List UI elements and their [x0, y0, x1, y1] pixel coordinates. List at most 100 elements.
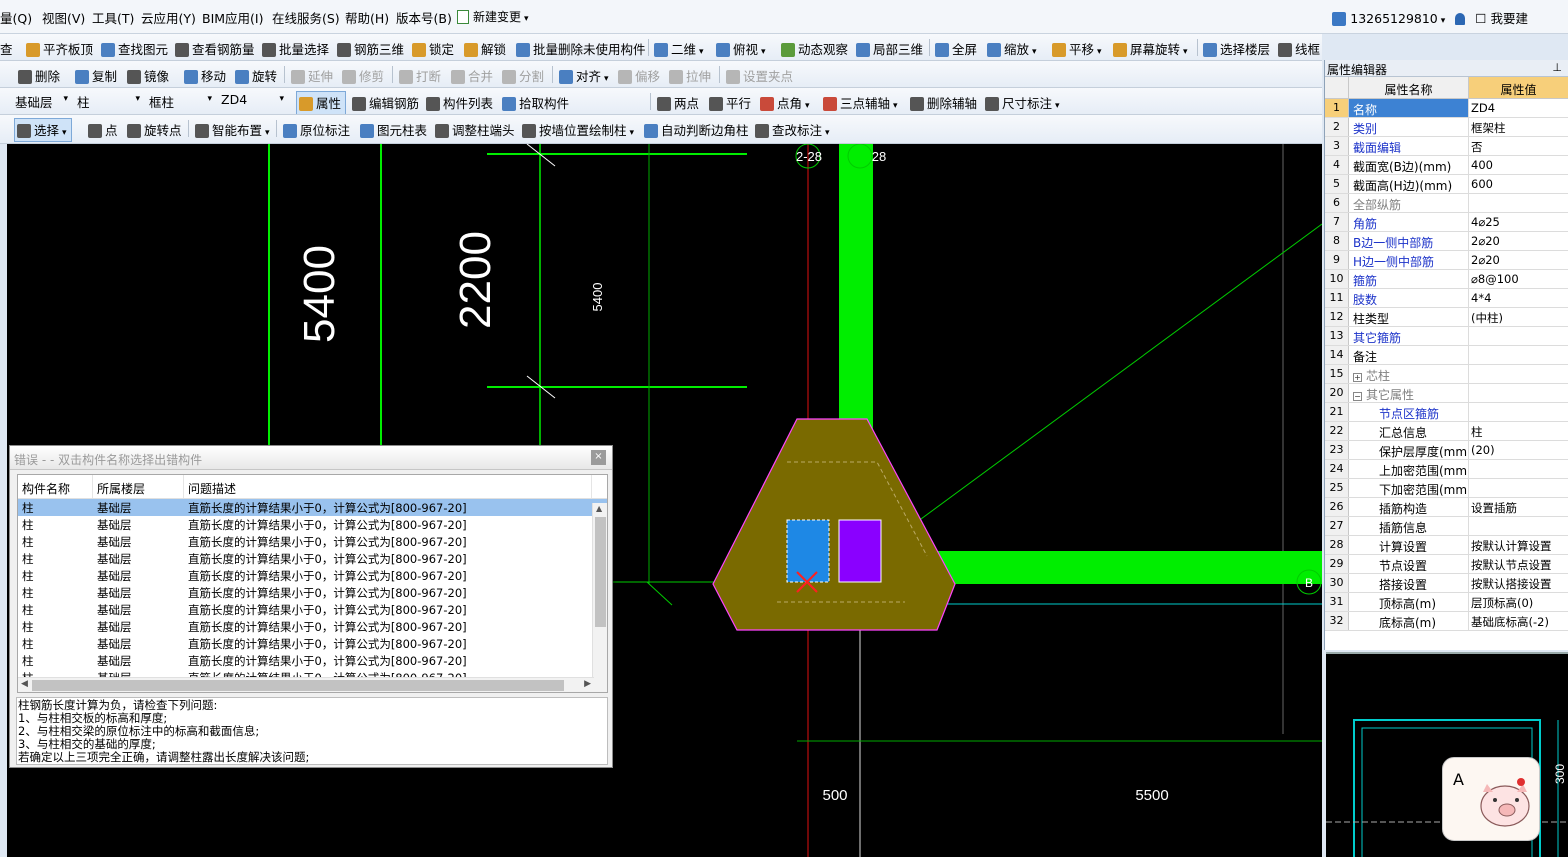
scroll-thumb[interactable]	[595, 517, 606, 627]
tb-delete-axis[interactable]: 删除辅轴	[910, 93, 977, 112]
tb-set-grip[interactable]: 设置夹点	[726, 66, 793, 85]
menu-online-service[interactable]: 在线服务(S)	[272, 8, 340, 27]
tb-align-slab-top[interactable]: 平齐板顶	[26, 39, 93, 58]
tb-point[interactable]: 点	[88, 120, 118, 139]
tb-two-points[interactable]: 两点	[657, 93, 699, 112]
property-row[interactable]: 14 备注	[1325, 346, 1568, 365]
menu-version[interactable]: 版本号(B)	[396, 8, 452, 27]
tb-2d[interactable]: 二维 ▾	[654, 39, 704, 58]
property-value[interactable]	[1469, 460, 1568, 478]
property-value[interactable]: 4*4	[1469, 289, 1568, 307]
column-blue[interactable]	[786, 519, 830, 583]
tb-split[interactable]: 分割	[502, 66, 544, 85]
tb-three-point-axis[interactable]: 三点辅轴 ▾	[823, 93, 898, 112]
error-row[interactable]: 柱 基础层 直筋长度的计算结果小于0，计算公式为[800-967-20]	[18, 584, 607, 601]
tb-offset[interactable]: 偏移	[618, 66, 660, 85]
error-row[interactable]: 柱 基础层 直筋长度的计算结果小于0，计算公式为[800-967-20]	[18, 533, 607, 550]
tb-auto-corner-column[interactable]: 自动判断边角柱	[644, 120, 749, 139]
property-value[interactable]: 框架柱	[1469, 118, 1568, 136]
floor-select[interactable]: 基础层 ▾	[12, 92, 72, 111]
tb-extend[interactable]: 延伸	[291, 66, 333, 85]
property-row[interactable]: 13 其它箍筋	[1325, 327, 1568, 346]
tb-delete[interactable]: 删除	[18, 66, 60, 85]
col-description[interactable]: 问题描述	[184, 475, 592, 498]
scroll-left-icon[interactable]: ◀	[21, 679, 28, 689]
col-floor[interactable]: 所属楼层	[93, 475, 184, 498]
property-value[interactable]: 600	[1469, 175, 1568, 193]
property-row[interactable]: 1 名称 ZD4	[1325, 99, 1568, 118]
category-select[interactable]: 柱 ▾	[74, 92, 144, 111]
error-row[interactable]: 柱 基础层 直筋长度的计算结果小于0，计算公式为[800-967-20]	[18, 499, 607, 516]
property-row[interactable]: 25 下加密范围(mm)	[1325, 479, 1568, 498]
tb-fullscreen[interactable]: 全屏	[935, 39, 977, 58]
error-row[interactable]: 柱 基础层 直筋长度的计算结果小于0，计算公式为[800-967-20]	[18, 601, 607, 618]
tb-select[interactable]: 选择 ▾	[14, 118, 72, 142]
tb-zoom[interactable]: 缩放 ▾	[987, 39, 1037, 58]
notification-icon[interactable]	[1455, 13, 1466, 25]
expand-icon[interactable]: +	[1353, 373, 1362, 382]
property-value[interactable]: 否	[1469, 137, 1568, 155]
property-value[interactable]	[1469, 479, 1568, 497]
property-value[interactable]: 400	[1469, 156, 1568, 174]
menu-help[interactable]: 帮助(H)	[345, 8, 389, 27]
assistant-mascot[interactable]: A	[1442, 757, 1540, 841]
property-row[interactable]: 2 类别 框架柱	[1325, 118, 1568, 137]
property-row[interactable]: 27 插筋信息	[1325, 517, 1568, 536]
menu-cloud[interactable]: 云应用(Y)	[141, 8, 196, 27]
tb-screen-rotate[interactable]: 屏幕旋转 ▾	[1113, 39, 1188, 58]
column-purple[interactable]	[838, 519, 882, 583]
user-phone[interactable]: 13265129810	[1350, 11, 1437, 26]
property-value[interactable]: 按默认搭接设置	[1469, 574, 1568, 592]
property-value[interactable]: (20)	[1469, 441, 1568, 459]
property-row[interactable]: 21 节点区箍筋	[1325, 403, 1568, 422]
component-select[interactable]: ZD4 ▾	[218, 92, 288, 111]
property-value[interactable]	[1469, 384, 1568, 402]
close-button[interactable]: ×	[591, 450, 606, 465]
error-row[interactable]: 柱 基础层 直筋长度的计算结果小于0，计算公式为[800-967-20]	[18, 618, 607, 635]
tb-draw-by-wall[interactable]: 按墙位置绘制柱 ▾	[522, 120, 634, 139]
property-value[interactable]: 2⌀20	[1469, 232, 1568, 250]
tb-in-place-label[interactable]: 原位标注	[283, 120, 350, 139]
property-row[interactable]: 29 节点设置 按默认节点设置	[1325, 555, 1568, 574]
property-value[interactable]: ⌀8@100	[1469, 270, 1568, 288]
tb-check-edit-label[interactable]: 查改标注 ▾	[755, 120, 830, 139]
tb-stretch[interactable]: 拉伸	[669, 66, 711, 85]
error-row[interactable]: 柱 基础层 直筋长度的计算结果小于0，计算公式为[800-967-20]	[18, 516, 607, 533]
property-value[interactable]: 基础底标高(-2)	[1469, 612, 1568, 630]
tb-pan[interactable]: 平移 ▾	[1052, 39, 1102, 58]
menu-bim[interactable]: BIM应用(I)	[202, 8, 264, 27]
property-value[interactable]: 2⌀20	[1469, 251, 1568, 269]
tb-orbit[interactable]: 动态观察	[781, 39, 848, 58]
menu-view[interactable]: 视图(V)	[42, 8, 85, 27]
tb-mirror[interactable]: 镜像	[127, 66, 169, 85]
col-component-name[interactable]: 构件名称	[18, 475, 93, 498]
tb-dimension[interactable]: 尺寸标注 ▾	[985, 93, 1060, 112]
tb-merge[interactable]: 合并	[451, 66, 493, 85]
property-value[interactable]: 设置插筋	[1469, 498, 1568, 516]
vertical-scrollbar[interactable]: ▲ ▼	[592, 503, 607, 692]
property-value[interactable]: 按默认节点设置	[1469, 555, 1568, 573]
hscroll-thumb[interactable]	[32, 680, 564, 691]
tb-smart-layout[interactable]: 智能布置 ▾	[195, 120, 270, 139]
error-row[interactable]: 柱 基础层 直筋长度的计算结果小于0，计算公式为[800-967-20]	[18, 567, 607, 584]
property-row[interactable]: 12 柱类型 (中柱)	[1325, 308, 1568, 327]
property-value[interactable]	[1469, 517, 1568, 535]
tb-point-angle[interactable]: 点角 ▾	[760, 93, 810, 112]
error-row[interactable]: 柱 基础层 直筋长度的计算结果小于0，计算公式为[800-967-20]	[18, 635, 607, 652]
error-row[interactable]: 柱 基础层 直筋长度的计算结果小于0，计算公式为[800-967-20]	[18, 550, 607, 567]
tb-select-floor[interactable]: 选择楼层	[1203, 39, 1270, 58]
property-row[interactable]: 22 汇总信息 柱	[1325, 422, 1568, 441]
tb-check[interactable]: 查	[0, 39, 13, 58]
tb-pick-component[interactable]: 拾取构件	[502, 93, 569, 112]
property-row[interactable]: 20− 其它属性	[1325, 384, 1568, 403]
tb-break[interactable]: 打断	[399, 66, 441, 85]
property-value[interactable]	[1469, 327, 1568, 345]
property-row[interactable]: 11 肢数 4*4	[1325, 289, 1568, 308]
property-value[interactable]	[1469, 365, 1568, 383]
property-row[interactable]: 9 H边一侧中部筋 2⌀20	[1325, 251, 1568, 270]
scroll-up-icon[interactable]: ▲	[596, 504, 602, 513]
property-value[interactable]: 柱	[1469, 422, 1568, 440]
property-row[interactable]: 4 截面宽(B边)(mm) 400	[1325, 156, 1568, 175]
scroll-right-icon[interactable]: ▶	[584, 679, 591, 689]
property-row[interactable]: 26 插筋构造 设置插筋	[1325, 498, 1568, 517]
